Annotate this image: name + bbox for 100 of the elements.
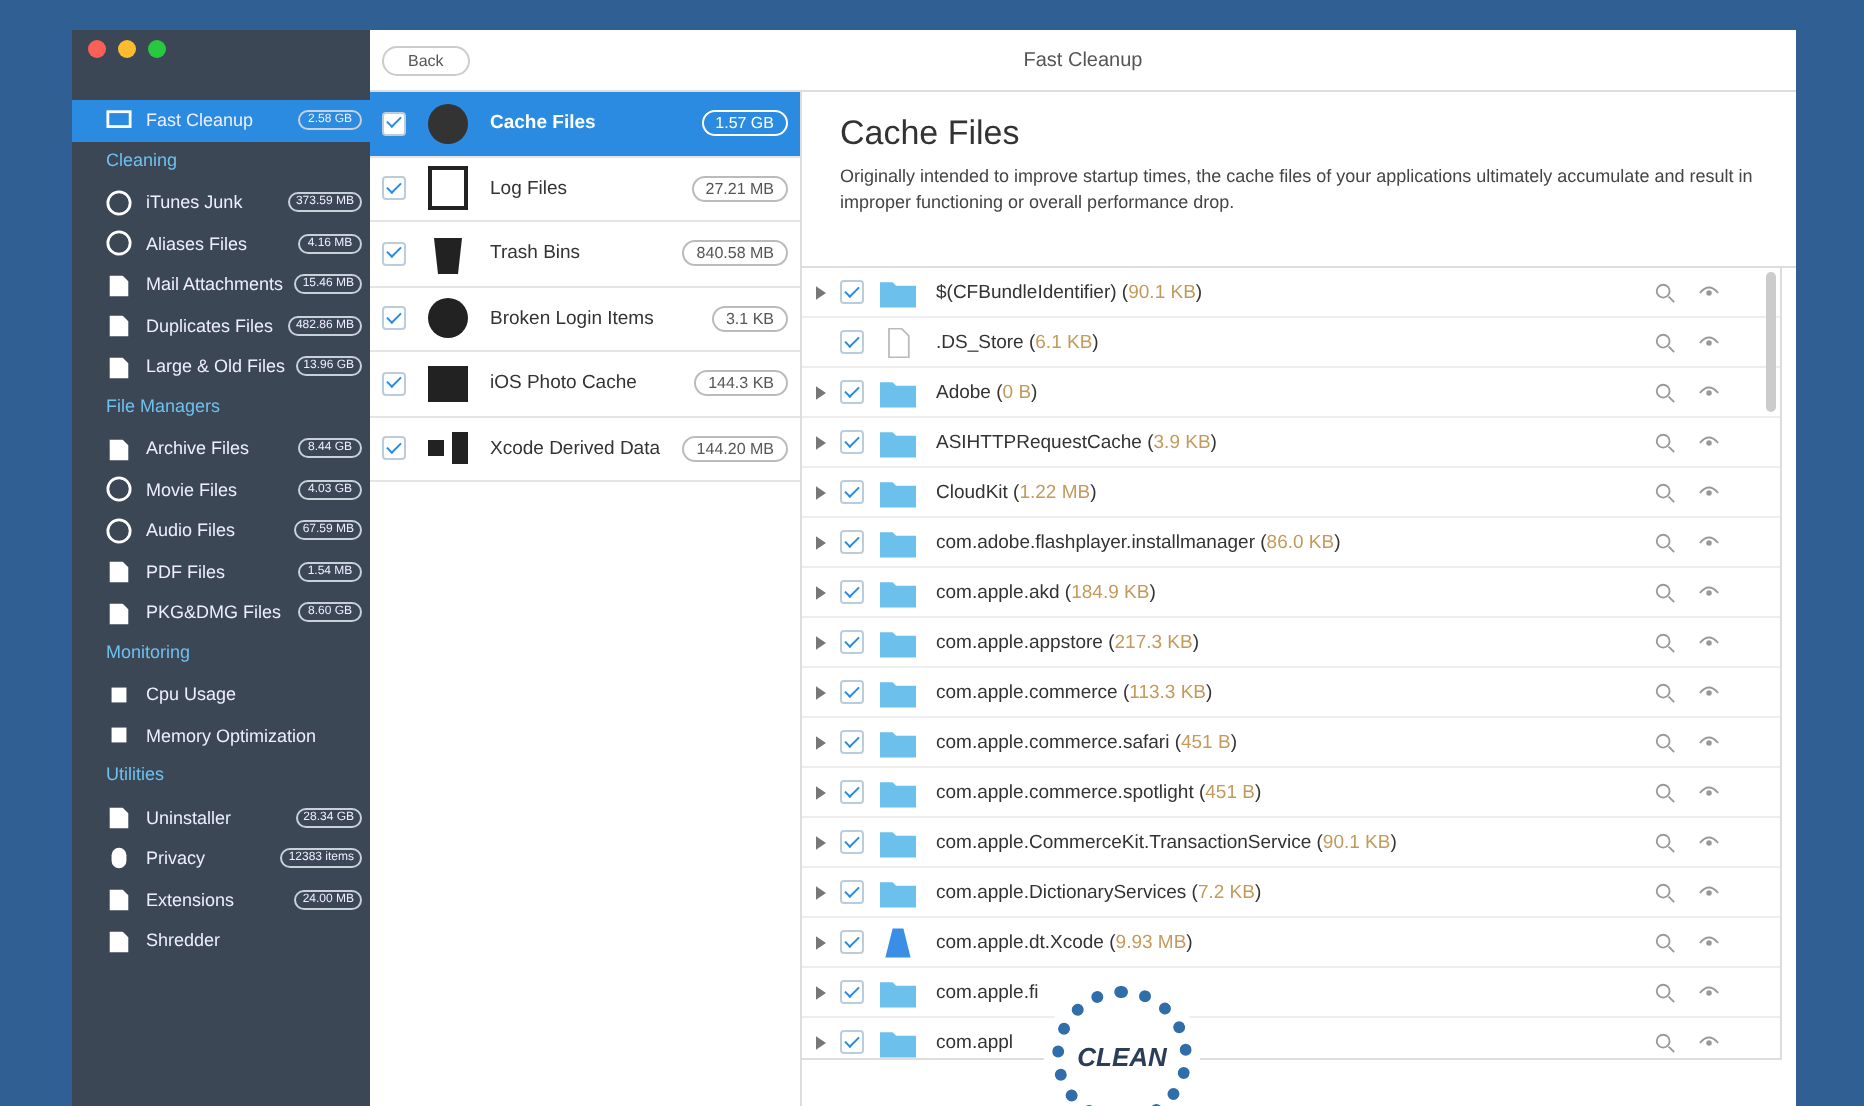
category-row[interactable]: Cache Files 1.57 GB xyxy=(370,92,800,157)
expand-arrow-icon[interactable] xyxy=(816,1035,826,1049)
expand-arrow-icon[interactable] xyxy=(816,985,826,999)
search-icon[interactable] xyxy=(1654,931,1676,953)
checkbox[interactable] xyxy=(840,530,864,554)
file-row[interactable]: CloudKit (1.22 MB) xyxy=(802,468,1780,518)
search-icon[interactable] xyxy=(1654,431,1676,453)
file-name: com.appl xyxy=(936,1031,1016,1053)
file-row[interactable]: com.apple.appstore (217.3 KB) xyxy=(802,618,1780,668)
checkbox[interactable] xyxy=(840,780,864,804)
expand-arrow-icon[interactable] xyxy=(816,685,826,699)
category-row[interactable]: Broken Login Items 3.1 KB xyxy=(370,287,800,352)
category-row[interactable]: Xcode Derived Data 144.20 MB xyxy=(370,417,800,482)
expand-arrow-icon[interactable] xyxy=(816,535,826,549)
file-name: $(CFBundleIdentifier) (90.1 KB) xyxy=(936,281,1205,303)
category-row[interactable]: iOS Photo Cache 144.3 KB xyxy=(370,352,800,417)
section-title: Cache Files xyxy=(840,114,1022,154)
search-icon[interactable] xyxy=(1654,681,1676,703)
window-title: Fast Cleanup xyxy=(1023,49,1143,71)
search-icon[interactable] xyxy=(1654,381,1676,403)
checkbox[interactable] xyxy=(382,371,406,396)
checkbox[interactable] xyxy=(840,280,864,304)
checkbox[interactable] xyxy=(840,580,864,604)
file-row[interactable]: com.apple.commerce.spotlight (451 B) xyxy=(802,768,1780,818)
search-icon[interactable] xyxy=(1654,881,1676,903)
section-heading: Cleaning xyxy=(104,147,180,174)
expand-arrow-icon[interactable] xyxy=(816,735,826,749)
search-icon[interactable] xyxy=(1654,581,1676,603)
checkbox[interactable] xyxy=(840,980,864,1004)
expand-arrow-icon[interactable] xyxy=(816,785,826,799)
expand-arrow-icon[interactable] xyxy=(816,885,826,899)
file-row[interactable]: ASIHTTPRequestCache (3.9 KB) xyxy=(802,418,1780,468)
search-icon[interactable] xyxy=(1654,831,1676,853)
checkbox[interactable] xyxy=(840,880,864,904)
size-badge: 144.3 KB xyxy=(694,370,788,397)
file-name: com.apple.dt.Xcode (9.93 MB) xyxy=(936,931,1195,953)
file-name: com.apple.commerce (113.3 KB) xyxy=(936,681,1215,703)
checkbox[interactable] xyxy=(840,380,864,404)
search-icon[interactable] xyxy=(1654,631,1676,653)
minimize-button[interactable] xyxy=(118,40,136,58)
expand-arrow-icon[interactable] xyxy=(816,385,826,399)
size-badge: 27.21 MB xyxy=(691,175,788,202)
expand-arrow-icon[interactable] xyxy=(816,285,826,299)
file-row[interactable]: com.apple.CommerceKit.TransactionService (90.1 KB) xyxy=(802,818,1780,868)
sidebar-item[interactable]: Shredder xyxy=(72,920,370,961)
file-name: com.apple.fi xyxy=(936,981,1041,1003)
checkbox[interactable] xyxy=(382,176,406,201)
file-row[interactable]: com.adobe.flashplayer.installmanager (86.0 KB) xyxy=(802,518,1780,568)
search-icon[interactable] xyxy=(1654,281,1676,303)
description-text: Originally intended to improve startup times, the cache files of your applications ultimately accumulate and result in improper functioning or overall performance drop. xyxy=(840,164,1755,216)
file-name: com.apple.DictionaryServices (7.2 KB) xyxy=(936,881,1264,903)
expand-arrow-icon[interactable] xyxy=(816,935,826,949)
file-name: com.apple.commerce.safari (451 B) xyxy=(936,731,1239,753)
app-icon xyxy=(880,927,916,957)
search-icon[interactable] xyxy=(1654,1031,1676,1053)
search-icon[interactable] xyxy=(1654,781,1676,803)
scrollbar[interactable] xyxy=(1766,272,1776,412)
checkbox[interactable] xyxy=(840,1030,864,1054)
checkbox[interactable] xyxy=(382,306,406,331)
file-row[interactable]: com.apple.commerce (113.3 KB) xyxy=(802,668,1780,718)
file-row[interactable]: com.apple.dt.Xcode (9.93 MB) xyxy=(802,918,1780,968)
checkbox[interactable] xyxy=(840,930,864,954)
checkbox[interactable] xyxy=(840,430,864,454)
file-name: com.adobe.flashplayer.installmanager (86.0 KB) xyxy=(936,531,1343,553)
checkbox[interactable] xyxy=(840,630,864,654)
search-icon[interactable] xyxy=(1654,731,1676,753)
expand-arrow-icon[interactable] xyxy=(816,635,826,649)
expand-arrow-icon[interactable] xyxy=(816,435,826,449)
file-row[interactable]: com.apple.akd (184.9 KB) xyxy=(802,568,1780,618)
expand-arrow-icon[interactable] xyxy=(816,585,826,599)
checkbox[interactable] xyxy=(840,330,864,354)
expand-arrow-icon[interactable] xyxy=(816,485,826,499)
checkbox[interactable] xyxy=(840,830,864,854)
expand-arrow-icon[interactable] xyxy=(816,835,826,849)
checkbox[interactable] xyxy=(382,241,406,266)
close-button[interactable] xyxy=(88,40,106,58)
monitor-icon xyxy=(106,107,132,134)
sidebar-item[interactable]: Cpu Usage xyxy=(72,674,370,715)
checkbox[interactable] xyxy=(382,436,406,461)
checkbox[interactable] xyxy=(840,730,864,754)
file-name: ASIHTTPRequestCache (3.9 KB) xyxy=(936,431,1219,453)
size-badge: 1.57 GB xyxy=(701,110,788,137)
file-name: com.apple.commerce.spotlight (451 B) xyxy=(936,781,1264,803)
section-heading: Utilities xyxy=(104,762,167,788)
checkbox[interactable] xyxy=(840,680,864,704)
search-icon[interactable] xyxy=(1654,981,1676,1003)
sidebar-item[interactable]: Memory Optimization xyxy=(72,715,370,756)
zoom-button[interactable] xyxy=(148,40,166,58)
checkbox[interactable] xyxy=(840,480,864,504)
size-badge: 840.58 MB xyxy=(682,240,788,267)
file-row[interactable]: com.apple.DictionaryServices (7.2 KB) xyxy=(802,868,1780,918)
search-icon[interactable] xyxy=(1654,531,1676,553)
search-icon[interactable] xyxy=(1654,481,1676,503)
checkbox[interactable] xyxy=(382,111,406,136)
file-row[interactable]: com.apple.commerce.safari (451 B) xyxy=(802,718,1780,768)
search-icon[interactable] xyxy=(1654,331,1676,353)
file-name: .DS_Store (6.1 KB) xyxy=(936,331,1101,353)
back-button[interactable]: Back xyxy=(382,45,470,75)
category-row[interactable]: Trash Bins 840.58 MB xyxy=(370,222,800,287)
category-row[interactable]: Log Files 27.21 MB xyxy=(370,157,800,222)
